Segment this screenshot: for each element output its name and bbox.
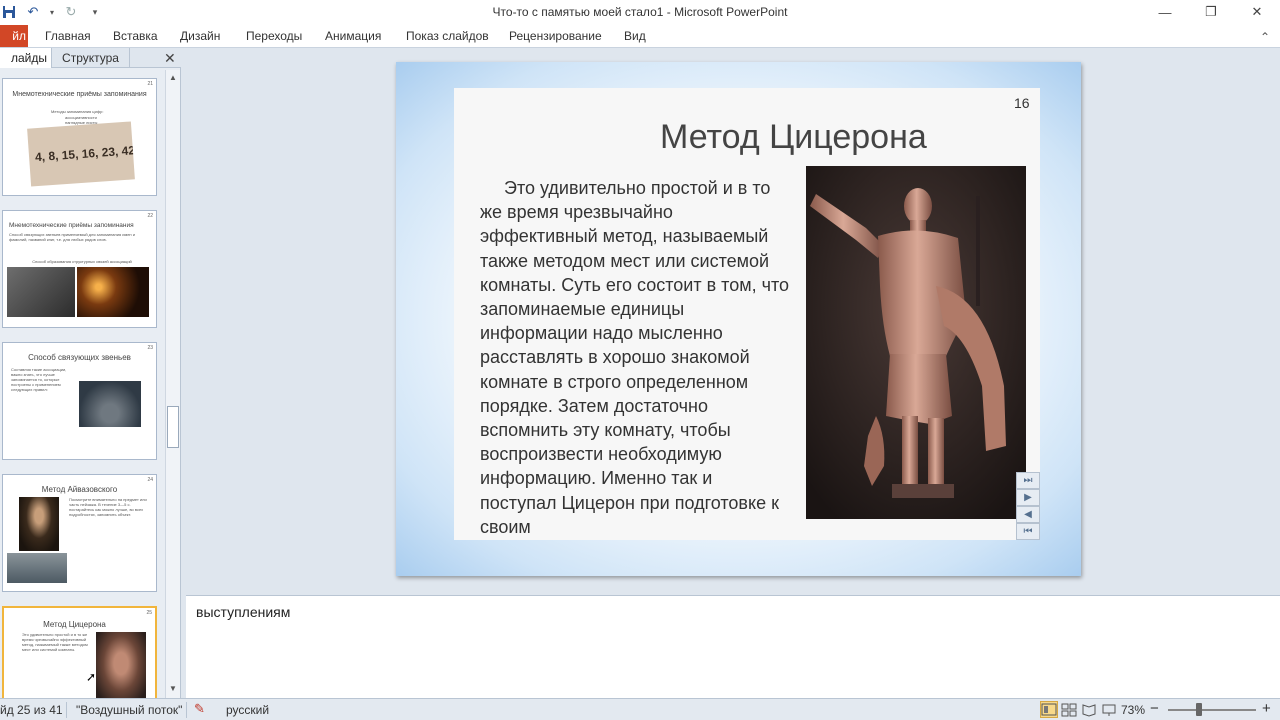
minimize-button[interactable]: — <box>1142 0 1188 24</box>
zoom-slider[interactable] <box>1168 709 1256 711</box>
thumbnail-scrollbar[interactable]: ▲ ▼ <box>165 70 180 698</box>
expand-ribbon-icon[interactable]: ⌃ <box>1260 30 1270 44</box>
close-button[interactable]: ✕ <box>1234 0 1280 24</box>
last-slide-icon[interactable]: ⏭ <box>1016 472 1040 489</box>
thumb-title: Мнемотехнические приёмы запоминания <box>9 222 134 229</box>
tab-slides[interactable]: лайды <box>0 48 52 68</box>
spellcheck-icon[interactable]: ✎ <box>194 701 205 717</box>
slide-body-text[interactable]: Это удивительно простой и в то же время … <box>480 176 792 539</box>
thumb-title: Мнемотехнические приёмы запоминания <box>12 91 147 98</box>
zoom-in-button[interactable]: + <box>1262 700 1271 717</box>
tab-view[interactable]: Вид <box>624 29 646 43</box>
next-slide-icon[interactable]: ▶ <box>1016 489 1040 506</box>
tab-animations[interactable]: Анимация <box>325 29 381 43</box>
thumbnail-list: 21 Мнемотехнические приёмы запоминания М… <box>0 70 164 698</box>
thumb-title: Способ связующих звеньев <box>28 353 131 362</box>
zoom-level[interactable]: 73% <box>1121 703 1145 717</box>
scrollbar-thumb[interactable] <box>167 406 179 448</box>
thumb-image: 4, 8, 15, 16, 23, 42 <box>27 121 135 187</box>
thumb-number-strip: 4, 8, 15, 16, 23, 42 <box>34 143 135 165</box>
pane-tabs: лайды Структура ✕ <box>0 48 181 68</box>
slide-content-box: 16 Метод Цицерона Это удивительно просто… <box>454 88 1040 540</box>
reading-view-icon[interactable] <box>1080 701 1098 718</box>
window-controls: — ❐ ✕ <box>1142 0 1280 24</box>
notes-text[interactable]: выступлениям <box>196 604 290 620</box>
slide-thumbnail[interactable]: 23 Способ связующих звеньев Составляя та… <box>2 342 157 460</box>
thumb-image-chain <box>7 267 75 317</box>
slide-thumbnail-selected[interactable]: 25 Метод Цицерона Это удивительно просто… <box>2 606 157 698</box>
status-divider <box>186 702 187 718</box>
tab-review[interactable]: Рецензирование <box>509 29 602 43</box>
thumb-image <box>79 381 141 427</box>
status-divider <box>66 702 67 718</box>
tab-insert[interactable]: Вставка <box>113 29 158 43</box>
scroll-up-icon[interactable]: ▲ <box>169 73 177 82</box>
slide-sorter-icon[interactable] <box>1060 701 1078 718</box>
mouse-cursor-icon: ➚ <box>86 670 97 684</box>
slides-pane: лайды Структура ✕ 21 Мнемотехнические пр… <box>0 48 181 698</box>
file-tab[interactable]: йл <box>0 25 28 47</box>
slide-thumbnail[interactable]: 22 Мнемотехнические приёмы запоминания С… <box>2 210 157 328</box>
tab-slideshow[interactable]: Показ слайдов <box>406 29 489 43</box>
window-title: Что-то с памятью моей стало1 - Microsoft… <box>492 5 788 19</box>
slide-number: 16 <box>1014 95 1030 111</box>
tab-design[interactable]: Дизайн <box>180 29 220 43</box>
slide-navigation-buttons: ⏭ ▶ ◀ ⏮ <box>1016 472 1040 540</box>
statue-image[interactable] <box>806 166 1026 519</box>
tab-home[interactable]: Главная <box>45 29 91 43</box>
scroll-down-icon[interactable]: ▼ <box>169 684 177 693</box>
tab-outline[interactable]: Структура <box>52 48 130 68</box>
thumb-title: Метод Цицерона <box>43 620 106 629</box>
slide-title[interactable]: Метод Цицерона <box>454 118 1040 157</box>
statue-illustration <box>806 166 1026 519</box>
slide-counter: йд 25 из 41 <box>0 703 63 717</box>
slide-thumbnail[interactable]: 21 Мнемотехнические приёмы запоминания М… <box>2 78 157 196</box>
normal-view-icon[interactable] <box>1040 701 1058 718</box>
slideshow-view-icon[interactable] <box>1100 701 1118 718</box>
thumb-text: Методы запоминания цифр: <box>51 109 104 114</box>
language-indicator[interactable]: русский <box>226 703 269 717</box>
thumb-seascape <box>7 553 67 583</box>
thumb-text: Способ связующих звеньев применяемый для… <box>9 232 135 242</box>
zoom-out-button[interactable]: − <box>1150 700 1159 717</box>
thumb-caption: Способ образования структурных связей ас… <box>32 259 132 264</box>
restore-button[interactable]: ❐ <box>1188 0 1234 24</box>
tab-transitions[interactable]: Переходы <box>246 29 302 43</box>
thumb-portrait <box>19 497 59 551</box>
title-bar: ↶ ▾ ↻ ▾ Что-то с памятью моей стало1 - M… <box>0 0 1280 24</box>
zoom-slider-thumb[interactable] <box>1196 703 1202 716</box>
slide-thumbnail[interactable]: 24 Метод Айвазовского Посмотрите внимате… <box>2 474 157 592</box>
thumb-title: Метод Айвазовского <box>41 485 118 494</box>
theme-name[interactable]: "Воздушный поток" <box>76 703 182 717</box>
thumb-text: Это удивительно простой и в то же время … <box>22 632 88 652</box>
first-slide-icon[interactable]: ⏮ <box>1016 523 1040 540</box>
previous-slide-icon[interactable]: ◀ <box>1016 506 1040 523</box>
ribbon-tabs: йл Главная Вставка Дизайн Переходы Анима… <box>0 24 1280 48</box>
current-slide[interactable]: 16 Метод Цицерона Это удивительно просто… <box>396 62 1081 576</box>
thumb-text: Посмотрите внимательно на предмет или ча… <box>69 497 147 517</box>
thumb-image-lights <box>77 267 149 317</box>
thumb-text: Составляя такие ассоциации, важно знать,… <box>11 367 67 392</box>
notes-pane[interactable]: выступлениям <box>186 595 1280 698</box>
close-pane-icon[interactable]: ✕ <box>164 50 176 67</box>
thumb-statue <box>96 632 146 698</box>
status-bar: йд 25 из 41 "Воздушный поток" ✎ русский … <box>0 698 1280 720</box>
